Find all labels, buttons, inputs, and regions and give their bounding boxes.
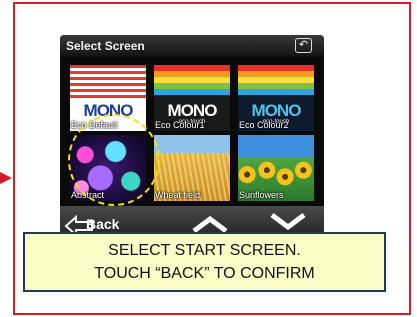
chevron-up-icon [192, 215, 228, 233]
stripes [238, 65, 314, 101]
callout-line-2: TOUCH “BACK” TO CONFIRM [94, 265, 315, 282]
tile-eco-colour2[interactable]: MONO eco-touch Eco Colour2 [238, 65, 314, 131]
tile-wheat-field[interactable]: Wheat field [154, 135, 230, 201]
tile-sunflowers[interactable]: Sunflowers [238, 135, 314, 201]
instruction-callout: SELECT START SCREEN. TOUCH “BACK” TO CON… [23, 232, 386, 292]
pointer-arrow-icon [0, 172, 12, 184]
callout-line-1: SELECT START SCREEN. [108, 242, 301, 259]
back-label: Back [86, 216, 120, 232]
tile-label: Eco Colour2 [239, 120, 289, 130]
stripes [70, 65, 146, 101]
tile-label: Wheat field [155, 190, 201, 200]
selection-highlight-circle [68, 114, 160, 206]
title-bar: Select Screen ↶ [60, 35, 324, 57]
stripes [154, 65, 230, 101]
tile-eco-colour1[interactable]: MONO eco-touch Eco Colour1 [154, 65, 230, 131]
chevron-down-icon [270, 213, 306, 231]
mono-logo: MONO [251, 101, 302, 120]
screen-title: Select Screen [66, 39, 145, 53]
mono-logo: MONO [167, 101, 218, 120]
tile-label: Sunflowers [239, 190, 284, 200]
return-icon[interactable]: ↶ [295, 38, 312, 53]
tile-label: Eco Colour1 [155, 120, 205, 130]
